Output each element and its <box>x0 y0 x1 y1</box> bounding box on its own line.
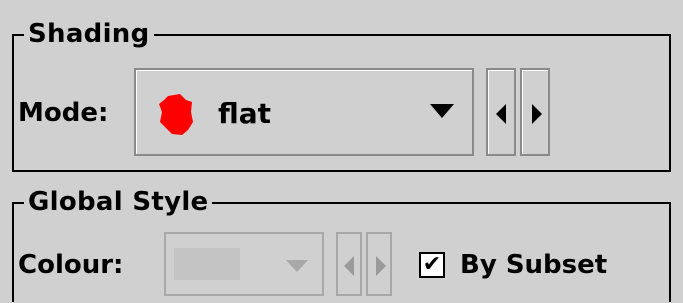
triangle-right-icon <box>376 256 386 276</box>
by-subset-checkbox[interactable]: ✔ <box>419 252 445 278</box>
mode-label: Mode: <box>18 98 109 128</box>
triangle-right-icon <box>532 104 542 124</box>
colour-combo-box[interactable] <box>164 232 324 296</box>
colour-step-buttons <box>336 232 392 296</box>
shading-group: Shading Mode: flat <box>12 17 671 172</box>
triangle-left-icon <box>344 256 354 276</box>
colour-label: Colour: <box>18 250 124 280</box>
red-splat-icon <box>159 94 193 135</box>
style-panel: Shading Mode: flat Global Style Colour: <box>0 0 683 303</box>
chevron-down-icon <box>286 260 308 272</box>
triangle-left-icon <box>496 104 506 124</box>
mode-next-button[interactable] <box>520 68 550 156</box>
chevron-down-icon <box>430 104 454 118</box>
mode-previous-button[interactable] <box>486 68 516 156</box>
colour-swatch <box>174 248 240 280</box>
by-subset-label: By Subset <box>460 250 608 280</box>
mode-step-buttons <box>486 68 550 156</box>
mode-combo-box[interactable]: flat <box>134 68 474 156</box>
global-style-group-title: Global Style <box>24 185 213 219</box>
global-style-group: Global Style Colour: ✔ By Subset <box>12 185 671 302</box>
colour-next-button[interactable] <box>366 232 392 296</box>
colour-previous-button[interactable] <box>336 232 362 296</box>
mode-combo-value: flat <box>218 97 272 130</box>
shading-group-title: Shading <box>24 17 154 51</box>
